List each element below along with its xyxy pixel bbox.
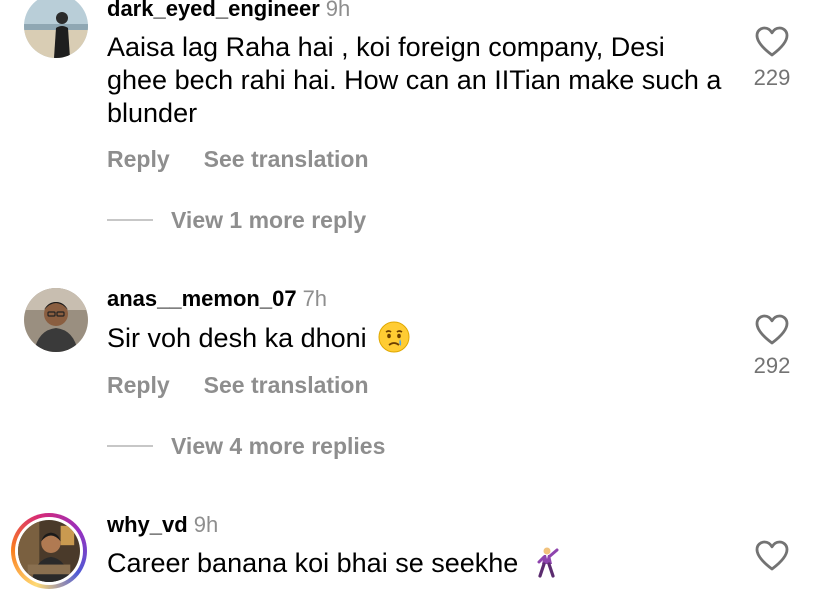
view-replies-label: View 1 more reply: [171, 206, 367, 233]
comment-text-row: Sir voh desh ka dhoni: [107, 321, 727, 355]
avatar: [18, 520, 80, 582]
like-count: 229: [753, 65, 791, 90]
timestamp: 9h: [325, 0, 351, 21]
like-count: 292: [753, 353, 791, 378]
comment-text: Sir voh desh ka dhoni: [107, 323, 367, 353]
comment-meta: dark_eyed_engineer 9h: [107, 0, 350, 22]
comment-text-row: Career banana koi bhai se seekhe: [107, 546, 727, 580]
view-replies-button[interactable]: View 1 more reply: [107, 205, 366, 235]
comment-item: anas__memon_07 7h Sir voh desh ka dhoni R…: [0, 284, 828, 484]
username[interactable]: anas__memon_07: [107, 286, 297, 311]
comment-text: Aaisa lag Raha hai , koi foreign company…: [107, 32, 722, 128]
view-replies-button[interactable]: View 4 more replies: [107, 431, 385, 461]
comment-text: Career banana koi bhai se seekhe: [107, 548, 519, 578]
timestamp: 7h: [302, 286, 328, 311]
like-group: 292: [742, 314, 802, 379]
man-dancing-emoji: [537, 547, 559, 578]
see-translation-button[interactable]: See translation: [204, 146, 369, 172]
avatar[interactable]: [24, 288, 88, 352]
like-group: 229: [742, 26, 802, 91]
replies-divider: [107, 445, 153, 447]
comment-meta: anas__memon_07 7h: [107, 286, 327, 312]
see-translation-button[interactable]: See translation: [204, 372, 369, 398]
heart-outline-icon[interactable]: [755, 540, 789, 571]
avatar-inner: [15, 517, 83, 585]
username[interactable]: dark_eyed_engineer: [107, 0, 320, 21]
comment-meta: why_vd 9h: [107, 512, 218, 538]
heart-outline-icon[interactable]: [755, 314, 789, 345]
heart-outline-icon[interactable]: [755, 26, 789, 57]
comment-actions: Reply See translation: [107, 146, 369, 173]
replies-divider: [107, 219, 153, 221]
timestamp: 9h: [193, 512, 219, 537]
reply-button[interactable]: Reply: [107, 146, 170, 172]
view-replies-label: View 4 more replies: [171, 432, 386, 459]
like-group: [742, 540, 802, 571]
avatar-story-ring[interactable]: [11, 513, 87, 589]
avatar[interactable]: [24, 0, 88, 58]
comment-item: why_vd 9h Career banana koi bhai se seekh…: [0, 510, 828, 591]
username[interactable]: why_vd: [107, 512, 188, 537]
crying-face-emoji: [378, 321, 410, 353]
comment-actions: Reply See translation: [107, 372, 369, 399]
reply-button[interactable]: Reply: [107, 372, 170, 398]
comment-item: dark_eyed_engineer 9h Aaisa lag Raha hai …: [0, 0, 828, 250]
